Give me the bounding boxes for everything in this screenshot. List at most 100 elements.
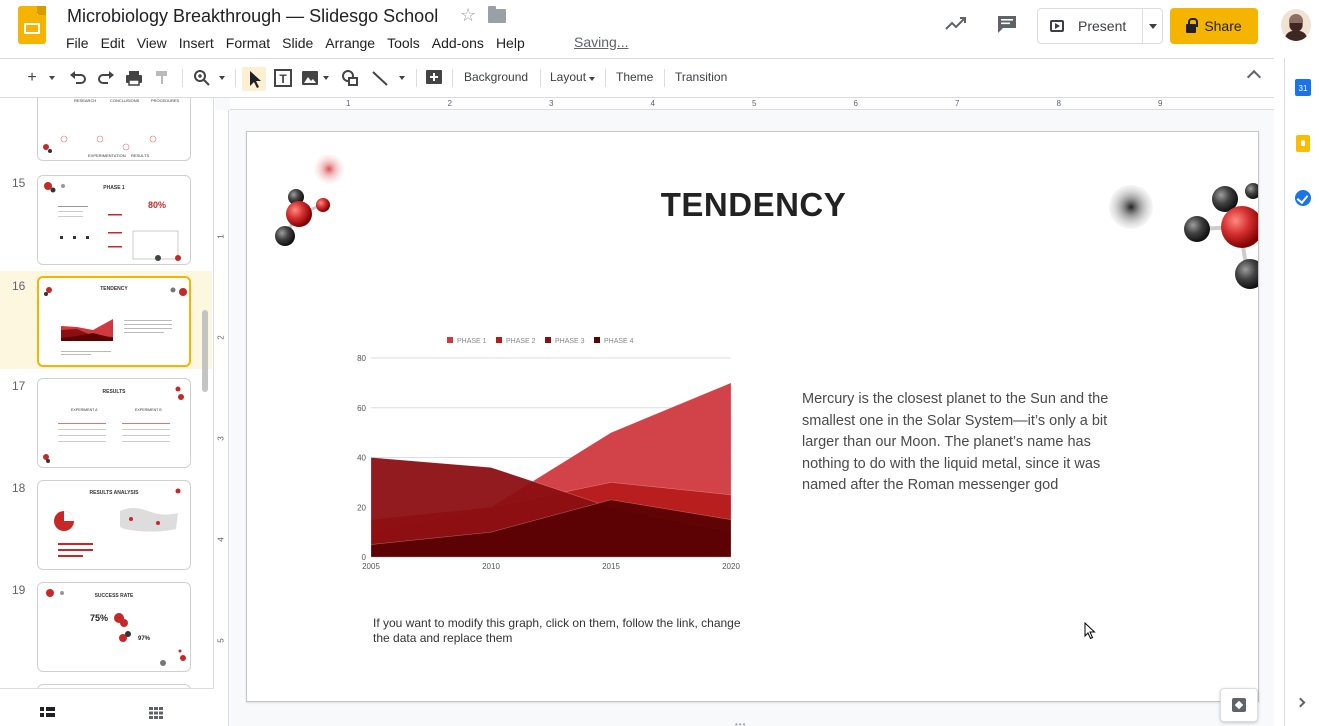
slide-thumbnail-14[interactable]: RESEARCH CONCLUSIONS PROCEDURES EXPERIME… [37, 98, 191, 161]
calendar-icon[interactable]: 31 [1295, 79, 1311, 96]
filmstrip-row-18: 18 RESULTS ANALYSIS [0, 477, 212, 577]
menu-edit[interactable]: Edit [95, 33, 131, 53]
side-panel [1284, 58, 1319, 726]
share-button[interactable]: Share [1170, 8, 1258, 44]
filmstrip-view-icon[interactable] [40, 707, 55, 719]
zoom-dropdown[interactable] [216, 67, 228, 89]
line-dropdown[interactable] [396, 67, 408, 89]
menu-tools[interactable]: Tools [381, 33, 426, 53]
tasks-icon[interactable] [1295, 190, 1311, 206]
slide-title[interactable]: TENDENCY [247, 186, 1258, 224]
ruler-tick-label: 1 [216, 234, 226, 239]
folder-icon[interactable] [488, 6, 506, 23]
grid-view-icon[interactable] [149, 707, 163, 719]
ruler-tick-label: 5 [752, 99, 757, 108]
select-tool-button[interactable] [242, 67, 266, 91]
menu-addons[interactable]: Add-ons [426, 33, 490, 53]
filmstrip-scrollbar[interactable] [202, 310, 208, 392]
thumbnail-17-graphic: EXPERIMENT A EXPERIMENT B [43, 386, 184, 463]
menu-slide[interactable]: Slide [276, 33, 319, 53]
toolbar: + T Background Layout Theme Transition [0, 58, 1274, 98]
star-icon[interactable]: ☆ [460, 5, 476, 26]
filmstrip: RESEARCH CONCLUSIONS PROCEDURES EXPERIME… [0, 98, 214, 726]
new-slide-icon[interactable]: + [24, 67, 40, 89]
image-dropdown[interactable] [320, 67, 332, 89]
slide-thumbnail-15[interactable]: PHASE 1 80% [37, 175, 191, 265]
explore-button[interactable] [1220, 688, 1258, 722]
filmstrip-footer [0, 688, 214, 726]
chart-y-tick-label: 20 [357, 503, 366, 512]
chart-legend-label: PHASE 4 [604, 338, 634, 345]
chart-y-tick-label: 40 [357, 454, 366, 463]
menu-insert[interactable]: Insert [173, 33, 220, 53]
thumb19-value: 75% [90, 613, 108, 623]
menu-view[interactable]: View [131, 33, 173, 53]
horizontal-ruler[interactable]: 1 2 3 4 5 6 7 8 9 [230, 98, 1274, 110]
menu-help[interactable]: Help [490, 33, 531, 53]
filmstrip-row-16: 16 TENDENCY [0, 271, 212, 369]
slides-logo-icon[interactable] [18, 6, 46, 44]
shape-icon[interactable] [340, 67, 360, 89]
thumb17-sub2: EXPERIMENT B [135, 408, 162, 412]
slide-thumbnail-17[interactable]: RESULTS EXPERIMENT A EXPERIMENT B [37, 378, 191, 468]
paint-format-icon[interactable] [152, 67, 172, 89]
saving-status[interactable]: Saving... [574, 34, 628, 50]
chart-y-tick-label: 80 [357, 354, 366, 363]
ruler-tick-label: 9 [1158, 99, 1163, 108]
slide-canvas[interactable]: TENDENCY 0 20 40 60 80 2005 2010 2015 2020 PHASE … [246, 131, 1259, 702]
image-icon[interactable] [300, 67, 320, 89]
menu-format[interactable]: Format [220, 33, 276, 53]
slide-number: 16 [12, 279, 26, 293]
ruler-tick-label: 2 [447, 99, 452, 108]
menu-file[interactable]: File [60, 33, 95, 53]
thumb14-label-2: CONCLUSIONS [110, 98, 140, 103]
slide-body-text[interactable]: Mercury is the closest planet to the Sun… [802, 389, 1142, 497]
comment-icon[interactable] [996, 14, 1018, 34]
chart-legend-swatch [594, 337, 600, 343]
vertical-ruler[interactable]: 1 2 3 4 5 [215, 110, 229, 726]
account-avatar[interactable] [1281, 9, 1311, 41]
activity-trend-icon[interactable] [945, 14, 967, 34]
chart-x-tick-label: 2005 [362, 562, 380, 571]
line-icon[interactable] [370, 67, 390, 89]
header: Microbiology Breakthrough — Slidesgo Sch… [0, 0, 1319, 58]
menu-arrange[interactable]: Arrange [319, 33, 381, 53]
chart-legend-swatch [447, 337, 453, 343]
slide-number: 18 [12, 481, 26, 495]
present-button[interactable]: Present [1038, 9, 1142, 43]
filmstrip-row-15: 15 PHASE 1 80% [0, 172, 212, 272]
undo-icon[interactable] [68, 67, 88, 89]
ruler-tick-label: 2 [216, 335, 226, 340]
menubar: File Edit View Insert Format Slide Arran… [60, 33, 531, 53]
layout-button[interactable]: Layout [550, 70, 596, 84]
toolbar-separator [182, 69, 183, 87]
ruler-tick-label: 3 [549, 99, 554, 108]
new-slide-dropdown[interactable] [46, 67, 58, 89]
print-icon[interactable] [124, 67, 144, 89]
transition-button[interactable]: Transition [675, 70, 727, 84]
area-chart[interactable]: 0 20 40 60 80 2005 2010 2015 2020 PHASE 1 PHASE 2 P… [347, 327, 757, 577]
ruler-tick-label: 6 [853, 99, 858, 108]
theme-button[interactable]: Theme [616, 70, 653, 84]
thumb14-label-3: PROCEDURES [151, 98, 180, 103]
chart-y-tick-label: 60 [357, 404, 366, 413]
slide-note-text[interactable]: If you want to modify this graph, click … [373, 616, 753, 646]
background-button[interactable]: Background [464, 70, 528, 84]
present-button-group: Present [1037, 8, 1163, 44]
chart-legend-label: PHASE 3 [555, 338, 585, 345]
redo-icon[interactable] [96, 67, 116, 89]
slide-thumbnail-16[interactable]: TENDENCY [37, 276, 191, 367]
thumbnail-16-graphic [44, 287, 187, 355]
scroll-handle[interactable]: ••• [735, 720, 746, 726]
keep-icon[interactable] [1296, 135, 1310, 152]
filmstrip-row-19: 19 SUCCESS RATE 75% 97% [0, 579, 212, 679]
add-comment-icon[interactable] [424, 67, 444, 89]
zoom-icon[interactable] [192, 67, 212, 89]
ruler-tick-label: 4 [216, 537, 226, 542]
slide-thumbnail-18[interactable]: RESULTS ANALYSIS [37, 480, 191, 570]
text-box-icon[interactable]: T [272, 67, 294, 89]
slide-thumbnail-19[interactable]: SUCCESS RATE 75% 97% [37, 582, 191, 672]
present-dropdown-button[interactable] [1142, 9, 1163, 43]
filmstrip-row-17: 17 RESULTS EXPERIMENT A EXPERIMENT B [0, 375, 212, 475]
document-title[interactable]: Microbiology Breakthrough — Slidesgo Sch… [67, 6, 438, 27]
